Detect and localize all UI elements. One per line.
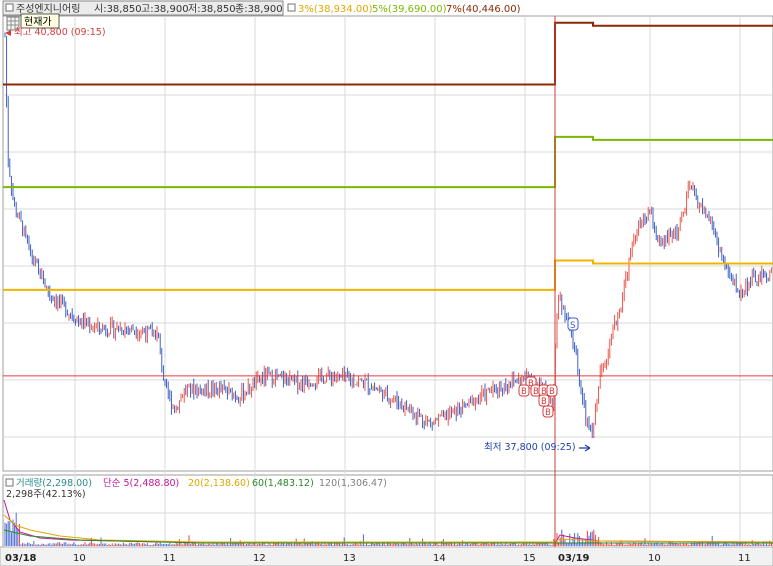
- envelope-checkbox-icon[interactable]: [287, 3, 296, 12]
- close-price: 종:38,900: [235, 3, 283, 15]
- stock-name: 주성엔지니어링: [16, 3, 80, 15]
- chart-canvas[interactable]: 03/18 10 11 12 13 14 15 03/19 10 11 주성엔지니어링 시:38,…: [0, 0, 773, 566]
- x-axis-label: 10: [648, 553, 661, 564]
- checkbox-icon[interactable]: [5, 3, 14, 12]
- x-axis-label: 03/18: [5, 553, 37, 564]
- buy-signal-text: B: [533, 387, 539, 397]
- x-axis-label: 11: [163, 553, 176, 564]
- low-marker: 최저 37,800 (09:25): [484, 442, 576, 453]
- open-price: 시:38,850: [94, 3, 142, 15]
- x-axis-label: 12: [253, 553, 266, 564]
- ma60-label: 60(1,483.12): [252, 478, 314, 489]
- volume-label: 거래량(2,298.00): [16, 477, 92, 489]
- x-axis-label: 03/19: [558, 553, 590, 564]
- high-marker: 최고 40,800 (09:15): [14, 27, 106, 38]
- stock-chart[interactable]: 03/18 10 11 12 13 14 15 03/19 10 11 주성엔지니어링 시:38,…: [0, 0, 773, 566]
- x-axis-label: 11: [738, 553, 751, 564]
- buy-signal-text: B: [549, 387, 555, 397]
- high-price: 고:38,900: [141, 4, 189, 15]
- buy-signal-text: B: [521, 387, 527, 397]
- x-axis-label: 13: [343, 553, 356, 564]
- sell-signal-text: S: [570, 321, 576, 331]
- buy-signal-text: B: [545, 408, 551, 418]
- envelope-5-label: 5%(39,690.00): [372, 4, 447, 15]
- volume-checkbox-icon[interactable]: [5, 478, 14, 487]
- ma120-label: 120(1,306.47): [319, 478, 387, 489]
- ma20-label: 20(2,138.60): [188, 478, 250, 489]
- x-axis-label: 10: [73, 553, 86, 564]
- x-axis-label: 15: [523, 553, 536, 564]
- envelope-3-label: 3%(38,934.00): [298, 4, 373, 15]
- low-price: 저:38,850: [188, 3, 236, 15]
- volume-value: 2,298주(42.13%): [6, 489, 86, 500]
- ma5-label: 단순 5(2,488.80): [103, 478, 179, 489]
- envelope-7-label: 7%(40,446.00): [446, 4, 521, 15]
- x-axis-label: 14: [433, 553, 446, 564]
